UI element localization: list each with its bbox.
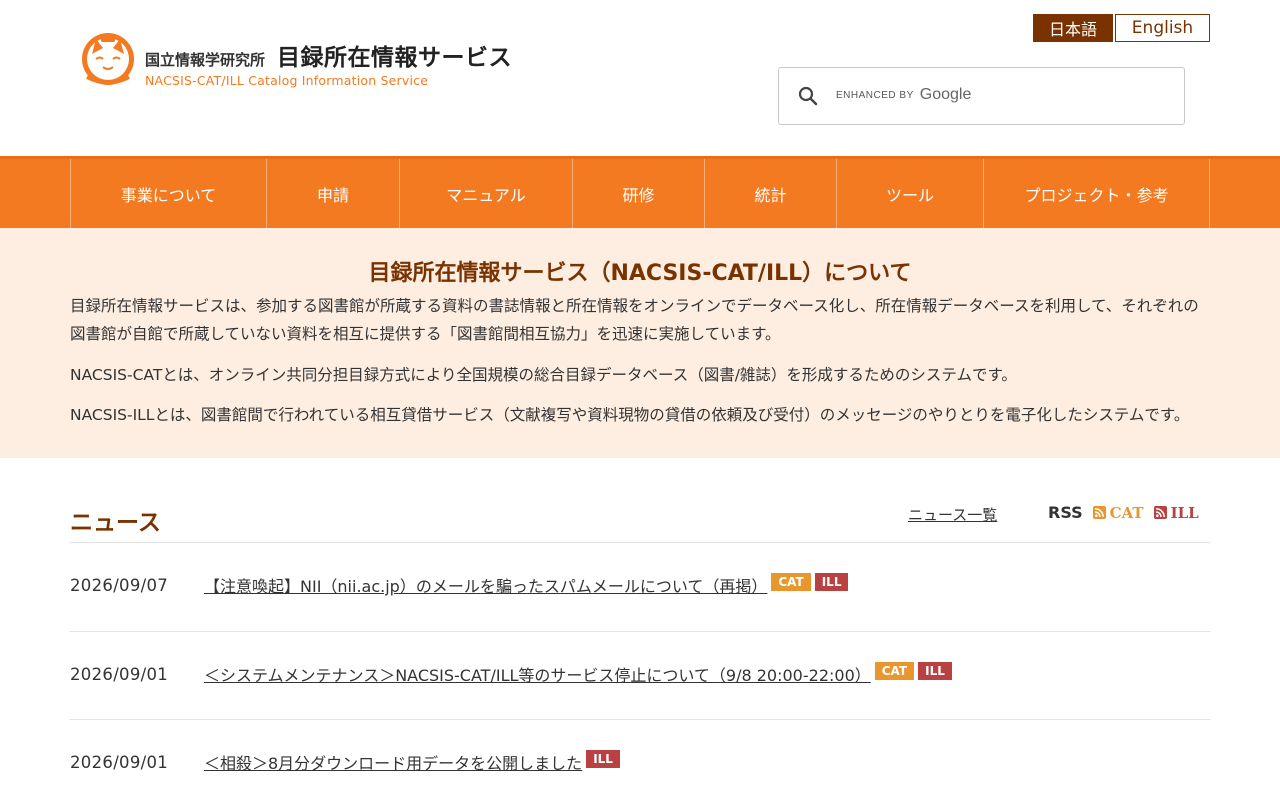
news-item: 2026/09/01 ＜システムメンテナンス＞NACSIS-CAT/ILL等のサ… [70,662,1210,686]
nav-item-tools[interactable]: ツール [836,159,983,228]
cat-tag: CAT [771,573,811,591]
rss-cat-link[interactable]: CAT [1092,503,1144,522]
site-header: 国立情報学研究所 目録所在情報サービス NACSIS-CAT/ILL Catal… [0,0,1280,156]
news-title-link[interactable]: ＜相殺＞8月分ダウンロード用データを公開しました [204,750,582,774]
news-title-link[interactable]: ＜システムメンテナンス＞NACSIS-CAT/ILL等のサービス停止について（9… [204,662,871,686]
search-box[interactable]: ENHANCED BY Google [778,67,1185,125]
rss-ill-link[interactable]: ILL [1153,503,1199,522]
org-name: 国立情報学研究所 [145,51,266,69]
about-section: 目録所在情報サービス（NACSIS-CAT/ILL）について 目録所在情報サービ… [0,228,1280,458]
rss-icon [1153,506,1167,519]
rss-icon [1092,506,1106,519]
site-title[interactable]: 国立情報学研究所 目録所在情報サービス NACSIS-CAT/ILL Catal… [145,38,512,88]
nav-item-about-business[interactable]: 事業について [70,159,266,228]
cat-tag: CAT [874,662,915,680]
nav-item-manual[interactable]: マニュアル [399,159,572,228]
cat-logo-icon[interactable] [79,30,137,86]
about-paragraph-3: NACSIS-ILLとは、図書館間で行われている相互貸借サービス（文献複写や資料… [70,406,1190,424]
divider [70,719,1210,720]
rss-cat-label: CAT [1109,503,1144,522]
news-item: 2026/09/07 【注意喚起】NII（nii.ac.jp）のメールを騙ったス… [70,573,1210,597]
rss-ill-label: ILL [1170,503,1199,522]
nav-item-training[interactable]: 研修 [572,159,704,228]
about-paragraph-2: NACSIS-CATとは、オンライン共同分担目録方式により全国規模の総合目録デー… [70,366,1017,384]
service-name-en: NACSIS-CAT/ILL Catalog Information Servi… [145,73,429,88]
search-icon[interactable] [796,84,820,108]
search-input[interactable] [834,88,1164,104]
divider [70,542,1210,543]
nav-item-statistics[interactable]: 統計 [704,159,836,228]
ill-tag: ILL [586,750,620,768]
ill-tag: ILL [814,573,849,591]
news-date: 2026/09/07 [70,575,169,595]
main-nav: 事業について 申請 マニュアル 研修 統計 ツール プロジェクト・参考 [0,156,1280,228]
news-date: 2026/09/01 [70,752,169,772]
news-item: 2026/09/01 ＜相殺＞8月分ダウンロード用データを公開しました ILL [70,750,1210,774]
service-name: 目録所在情報サービス [277,45,513,71]
news-date: 2026/09/01 [70,664,169,684]
rss-label: RSS [1048,503,1083,522]
ill-tag: ILL [918,662,952,680]
news-title-link[interactable]: 【注意喚起】NII（nii.ac.jp）のメールを騙ったスパムメールについて（再… [204,573,767,597]
about-title: 目録所在情報サービス（NACSIS-CAT/ILL）について [368,261,912,286]
divider [70,631,1210,632]
nav-item-application[interactable]: 申請 [266,159,399,228]
news-heading: ニュース [70,510,161,536]
lang-english-button[interactable]: English [1115,14,1210,42]
news-list-link[interactable]: ニュース一覧 [908,504,997,525]
about-paragraph-1: 目録所在情報サービスは、参加する図書館が所蔵する資料の書誌情報と所在情報をオンラ… [70,297,1199,343]
lang-japanese-button[interactable]: 日本語 [1033,14,1113,42]
rss-links: RSS CAT ILL [1048,503,1209,522]
nav-item-projects[interactable]: プロジェクト・参考 [983,159,1210,228]
